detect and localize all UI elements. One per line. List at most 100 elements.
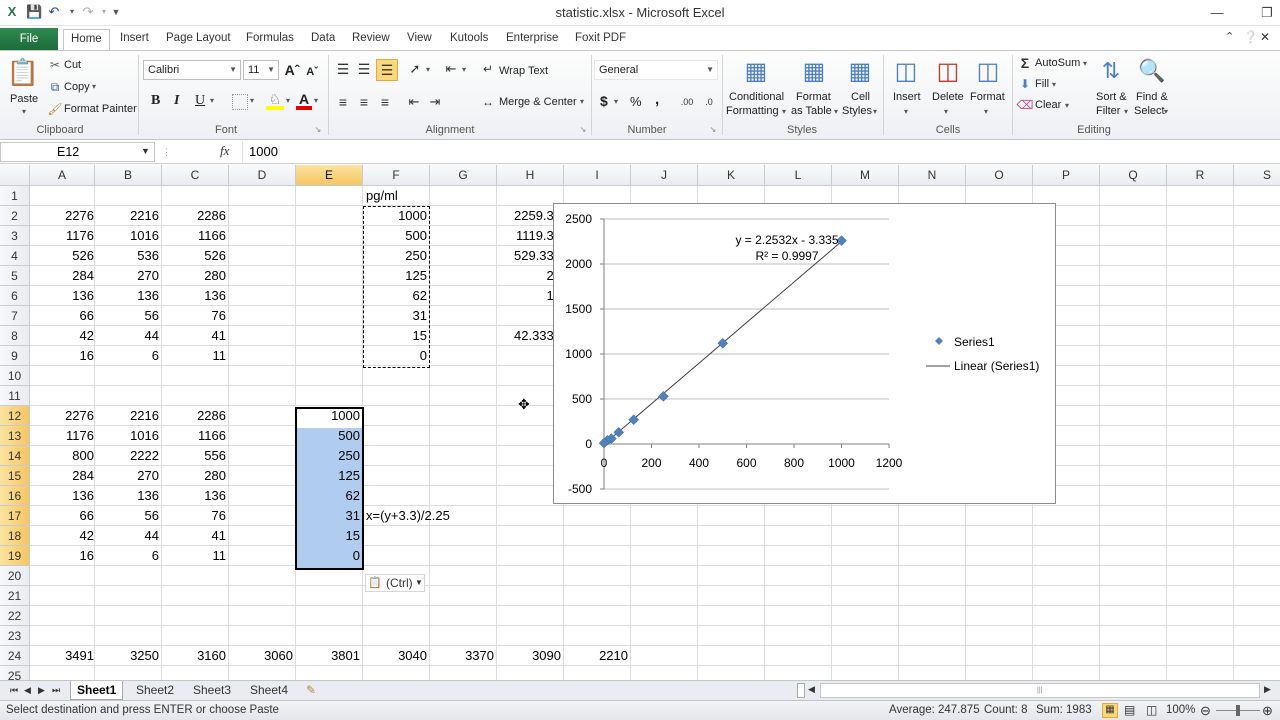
increase-decimal-icon[interactable]: .00 xyxy=(678,94,696,110)
cell-a12[interactable]: 2276 xyxy=(30,406,97,426)
fill-color-icon[interactable]: ♘ xyxy=(266,91,284,110)
autosum-icon[interactable]: Σ xyxy=(1018,55,1032,71)
cell-a3[interactable]: 1176 xyxy=(30,226,97,246)
borders-icon[interactable] xyxy=(232,94,248,110)
column-header-j[interactable]: J xyxy=(631,165,698,186)
cell-f9[interactable]: 0 xyxy=(363,346,430,366)
row-header-18[interactable]: 18 xyxy=(0,526,30,546)
tab-home[interactable]: Home xyxy=(63,29,110,50)
cell-b16[interactable]: 136 xyxy=(95,486,162,506)
sheet-tab-sheet2[interactable]: Sheet2 xyxy=(130,681,180,700)
merge-dropdown-icon[interactable]: ▾ xyxy=(580,97,584,106)
cell-c24[interactable]: 3160 xyxy=(162,646,229,666)
fill-button[interactable]: Fill xyxy=(1035,78,1049,90)
cell-c13[interactable]: 1166 xyxy=(162,426,229,446)
column-header-f[interactable]: F xyxy=(363,165,430,186)
cell-e19[interactable]: 0 xyxy=(296,546,363,566)
cell-a8[interactable]: 42 xyxy=(30,326,97,346)
cell-c18[interactable]: 41 xyxy=(162,526,229,546)
row-header-5[interactable]: 5 xyxy=(0,266,30,286)
merge-center-icon[interactable]: ↔ xyxy=(480,95,496,109)
row-header-14[interactable]: 14 xyxy=(0,446,30,466)
normal-view-icon[interactable]: ▦ xyxy=(1102,703,1118,718)
alignment-dialog-launcher-icon[interactable]: ↘ xyxy=(578,124,588,134)
align-left-icon[interactable]: ≡ xyxy=(334,94,352,110)
cell-b9[interactable]: 6 xyxy=(95,346,162,366)
cell-b19[interactable]: 6 xyxy=(95,546,162,566)
format-cells-button[interactable]: Format xyxy=(970,91,1005,103)
column-header-e[interactable]: E xyxy=(296,165,363,186)
font-color-dropdown-icon[interactable]: ▾ xyxy=(314,96,318,105)
chevron-down-icon[interactable]: ▼ xyxy=(141,146,150,156)
sheet-tab-sheet3[interactable]: Sheet3 xyxy=(187,681,237,700)
cell-f6[interactable]: 62 xyxy=(363,286,430,306)
cell-c16[interactable]: 136 xyxy=(162,486,229,506)
cell-c8[interactable]: 41 xyxy=(162,326,229,346)
cell-a14[interactable]: 800 xyxy=(30,446,97,466)
currency-button[interactable]: $ xyxy=(600,93,608,109)
percent-button[interactable]: % xyxy=(630,94,642,109)
number-format-box[interactable]: General ▼ xyxy=(594,60,718,80)
scroll-right-icon[interactable]: ▶ xyxy=(1264,684,1271,695)
column-header-r[interactable]: R xyxy=(1167,165,1234,186)
sort-filter-icon[interactable]: ⇅ xyxy=(1097,55,1125,87)
cut-icon[interactable]: ✂ xyxy=(48,58,62,72)
paste-button[interactable]: Paste xyxy=(10,93,38,105)
orientation-dropdown-icon[interactable]: ▾ xyxy=(426,65,430,74)
horizontal-scrollbar[interactable]: ||| xyxy=(820,683,1260,698)
currency-dropdown-icon[interactable]: ▾ xyxy=(614,97,618,106)
row-header-7[interactable]: 7 xyxy=(0,306,30,326)
clear-dropdown-icon[interactable]: ▾ xyxy=(1065,101,1069,110)
minimize-icon[interactable]: — xyxy=(1206,4,1228,22)
align-top-icon[interactable]: ☰ xyxy=(334,61,352,77)
scroll-left-icon[interactable]: ◀ xyxy=(808,684,815,695)
column-header-l[interactable]: L xyxy=(765,165,832,186)
eraser-icon[interactable]: ⌫ xyxy=(1017,98,1034,112)
last-sheet-icon[interactable]: ⏭ xyxy=(46,681,66,700)
tab-insert[interactable]: Insert xyxy=(113,29,156,50)
cell-e15[interactable]: 125 xyxy=(296,466,363,486)
column-header-s[interactable]: S xyxy=(1234,165,1280,186)
cell-e14[interactable]: 250 xyxy=(296,446,363,466)
cell-h24[interactable]: 3090 xyxy=(497,646,564,666)
zoom-out-icon[interactable]: ⊖ xyxy=(1200,701,1211,720)
wrap-text-button[interactable]: Wrap Text xyxy=(499,65,548,77)
column-header-c[interactable]: C xyxy=(162,165,229,186)
row-header-25[interactable]: 25 xyxy=(0,666,30,680)
format-painter-icon[interactable]: 🖌 xyxy=(47,102,62,116)
row-header-19[interactable]: 19 xyxy=(0,546,30,566)
cell-styles-dropdown-icon[interactable]: ▾ xyxy=(873,107,877,116)
row-header-22[interactable]: 22 xyxy=(0,606,30,626)
binoculars-icon[interactable]: 🔍 xyxy=(1137,55,1167,87)
tab-enterprise[interactable]: Enterprise xyxy=(499,29,565,50)
tab-file[interactable]: File xyxy=(0,28,58,50)
cell-f5[interactable]: 125 xyxy=(363,266,430,286)
scatter-chart[interactable]: 2500 2000 1500 1000 500 0 -500 0 200 400 600 800 100… xyxy=(553,203,1056,504)
cell-f3[interactable]: 500 xyxy=(363,226,430,246)
cell-e24[interactable]: 3801 xyxy=(296,646,363,666)
autosum-button[interactable]: AutoSum xyxy=(1035,57,1080,69)
row-header-4[interactable]: 4 xyxy=(0,246,30,266)
italic-button[interactable]: I xyxy=(174,93,179,109)
row-header-17[interactable]: 17 xyxy=(0,506,30,526)
grow-font-icon[interactable]: Aˆ xyxy=(284,61,300,79)
tab-data[interactable]: Data xyxy=(304,29,342,50)
orientation-icon[interactable]: ➚ xyxy=(406,61,424,77)
cell-b15[interactable]: 270 xyxy=(95,466,162,486)
row-header-3[interactable]: 3 xyxy=(0,226,30,246)
tab-foxit-pdf[interactable]: Foxit PDF xyxy=(568,29,633,50)
format-cells-icon[interactable]: ◫ xyxy=(972,55,1004,87)
column-header-g[interactable]: G xyxy=(430,165,497,186)
cell-b17[interactable]: 56 xyxy=(95,506,162,526)
find-select-dropdown-icon[interactable]: ▾ xyxy=(1164,107,1168,116)
number-dialog-launcher-icon[interactable]: ↘ xyxy=(708,124,718,134)
row-header-24[interactable]: 24 xyxy=(0,646,30,666)
cell-c19[interactable]: 11 xyxy=(162,546,229,566)
row-header-10[interactable]: 10 xyxy=(0,366,30,386)
cell-f7[interactable]: 31 xyxy=(363,306,430,326)
row-header-11[interactable]: 11 xyxy=(0,386,30,406)
cell-c6[interactable]: 136 xyxy=(162,286,229,306)
insert-cells-dropdown-icon[interactable]: ▾ xyxy=(904,107,908,116)
cell-f8[interactable]: 15 xyxy=(363,326,430,346)
text-direction-icon[interactable]: ⇤ xyxy=(442,61,460,77)
